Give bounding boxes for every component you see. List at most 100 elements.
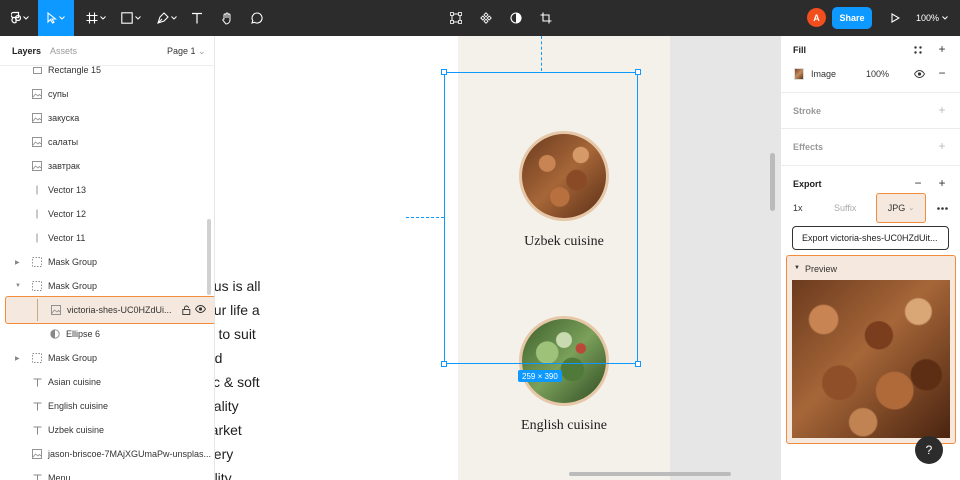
layer-name: салаты bbox=[48, 137, 79, 147]
vector-icon bbox=[32, 233, 42, 243]
resize-handle-bottom-left[interactable] bbox=[441, 361, 447, 367]
layer-row[interactable]: Ellipse 6 bbox=[0, 322, 214, 346]
preview-image bbox=[792, 280, 950, 438]
divider bbox=[781, 165, 960, 166]
zoom-dropdown[interactable]: 100% bbox=[916, 0, 948, 36]
share-button[interactable]: Share bbox=[832, 7, 872, 29]
resize-handle-bottom-right[interactable] bbox=[635, 361, 641, 367]
hand-icon bbox=[222, 12, 231, 25]
layer-row[interactable]: Vector 11 bbox=[0, 226, 214, 250]
side-text-line: uality bbox=[215, 470, 232, 480]
side-text-line: pitality bbox=[215, 398, 239, 414]
page-selector[interactable]: Page 1 ⌄ bbox=[167, 46, 206, 57]
resize-handle-top-right[interactable] bbox=[635, 69, 641, 75]
layer-row[interactable]: Vector 12 bbox=[0, 202, 214, 226]
style-grid-icon[interactable] bbox=[912, 44, 924, 56]
add-fill-icon[interactable]: + bbox=[936, 43, 948, 55]
fill-type-label[interactable]: Image bbox=[811, 69, 836, 79]
layer-row[interactable]: салаты bbox=[0, 130, 214, 154]
export-preview: ▼ Preview bbox=[786, 255, 956, 444]
selection-box[interactable] bbox=[444, 72, 638, 364]
remove-export-icon[interactable]: − bbox=[912, 177, 924, 189]
eye-icon[interactable] bbox=[913, 68, 925, 80]
avatar[interactable]: A bbox=[807, 8, 826, 27]
text-icon bbox=[192, 12, 202, 24]
layer-name: jason-briscoe-7MAjXGUmaPw-unsplas... bbox=[48, 449, 212, 459]
remove-fill-icon[interactable]: − bbox=[936, 67, 948, 79]
resize-handle-top-left[interactable] bbox=[441, 69, 447, 75]
layer-row[interactable]: Rectangle 15 bbox=[0, 58, 214, 82]
layer-name: Mask Group bbox=[48, 353, 98, 363]
frame-tool-button[interactable] bbox=[80, 0, 112, 36]
canvas[interactable]: ocus is all your life a nu to suit and olic … bbox=[215, 36, 780, 480]
hand-tool-button[interactable] bbox=[216, 0, 238, 36]
layer-row[interactable]: ▶ Mask Group bbox=[0, 346, 214, 370]
image-icon bbox=[32, 449, 42, 459]
layer-row-selected[interactable]: victoria-shes-UC0HZdUi... bbox=[5, 296, 214, 324]
add-stroke-icon[interactable]: + bbox=[936, 104, 948, 116]
caret-right-icon[interactable]: ▶ bbox=[15, 355, 20, 362]
layer-row[interactable]: завтрак bbox=[0, 154, 214, 178]
canvas-left-frame: ocus is all your life a nu to suit and olic … bbox=[215, 36, 458, 480]
layer-row[interactable]: English cuisine bbox=[0, 394, 214, 418]
layer-row[interactable]: Uzbek cuisine bbox=[0, 418, 214, 442]
layer-row[interactable]: ▶ Mask Group bbox=[0, 250, 214, 274]
layer-row[interactable]: супы bbox=[0, 82, 214, 106]
eye-icon[interactable] bbox=[194, 305, 207, 315]
tab-layers[interactable]: Layers bbox=[12, 46, 41, 56]
side-text-line: your life a bbox=[215, 302, 260, 318]
english-cuisine-title[interactable]: English cuisine bbox=[458, 418, 670, 434]
fill-image-swatch[interactable] bbox=[794, 68, 804, 80]
layer-row[interactable]: закуска bbox=[0, 106, 214, 130]
layer-row[interactable]: jason-briscoe-7MAjXGUmaPw-unsplas... bbox=[0, 442, 214, 466]
tab-assets[interactable]: Assets bbox=[50, 46, 77, 56]
more-options-icon[interactable] bbox=[936, 202, 948, 214]
divider bbox=[781, 128, 960, 129]
layer-name: victoria-shes-UC0HZdUi... bbox=[67, 305, 172, 315]
main-menu-button[interactable] bbox=[4, 0, 36, 36]
export-section-title: Export bbox=[793, 179, 822, 189]
shape-tool-button[interactable] bbox=[116, 0, 146, 36]
canvas-vertical-scrollbar[interactable] bbox=[770, 153, 775, 211]
layers-panel: Layers Assets Page 1 ⌄ Rectangle 15 супы з… bbox=[0, 36, 215, 480]
move-tool-button[interactable] bbox=[38, 0, 74, 36]
caret-down-icon[interactable]: ▼ bbox=[15, 283, 21, 289]
preview-title[interactable]: Preview bbox=[805, 264, 837, 274]
mask-tool-button[interactable] bbox=[508, 0, 524, 36]
layer-row[interactable]: Asian cuisine bbox=[0, 370, 214, 394]
add-export-icon[interactable]: + bbox=[936, 177, 948, 189]
export-suffix-input[interactable]: Suffix bbox=[834, 203, 856, 213]
present-button[interactable] bbox=[886, 0, 904, 36]
help-button[interactable]: ? bbox=[915, 436, 943, 464]
image-icon bbox=[32, 161, 42, 171]
text-icon bbox=[32, 401, 42, 411]
pen-tool-button[interactable] bbox=[152, 0, 182, 36]
crop-tool-button[interactable] bbox=[538, 0, 554, 36]
fill-opacity-value[interactable]: 100% bbox=[866, 69, 889, 79]
component-tool-button[interactable] bbox=[448, 0, 464, 36]
layer-name: Menu bbox=[48, 473, 71, 480]
figma-logo-icon bbox=[11, 11, 21, 24]
mask-icon bbox=[32, 257, 42, 267]
add-effect-icon[interactable]: + bbox=[936, 140, 948, 152]
canvas-horizontal-scrollbar[interactable] bbox=[569, 472, 731, 476]
export-format-select[interactable]: JPG ⌄ bbox=[876, 193, 926, 223]
export-scale-select[interactable]: 1x bbox=[793, 203, 803, 213]
layers-scrollbar[interactable] bbox=[207, 219, 211, 295]
fill-section-title: Fill bbox=[793, 45, 806, 55]
layer-name: Asian cuisine bbox=[48, 377, 102, 387]
layer-row[interactable]: Menu bbox=[0, 466, 214, 480]
export-button[interactable]: Export victoria-shes-UC0HZdUit... bbox=[792, 226, 949, 250]
create-component-button[interactable] bbox=[478, 0, 494, 36]
ellipse-mask-icon bbox=[50, 329, 60, 339]
effects-section-title: Effects bbox=[793, 142, 824, 152]
layer-row[interactable]: ▼ Mask Group bbox=[0, 274, 214, 298]
stroke-section-title: Stroke bbox=[793, 106, 822, 116]
comment-tool-button[interactable] bbox=[246, 0, 268, 36]
unlock-icon[interactable] bbox=[182, 305, 192, 315]
caret-right-icon[interactable]: ▶ bbox=[15, 259, 20, 266]
text-tool-button[interactable] bbox=[186, 0, 208, 36]
caret-down-icon[interactable]: ▼ bbox=[794, 265, 800, 271]
layer-row[interactable]: Vector 13 bbox=[0, 178, 214, 202]
divider bbox=[781, 92, 960, 93]
